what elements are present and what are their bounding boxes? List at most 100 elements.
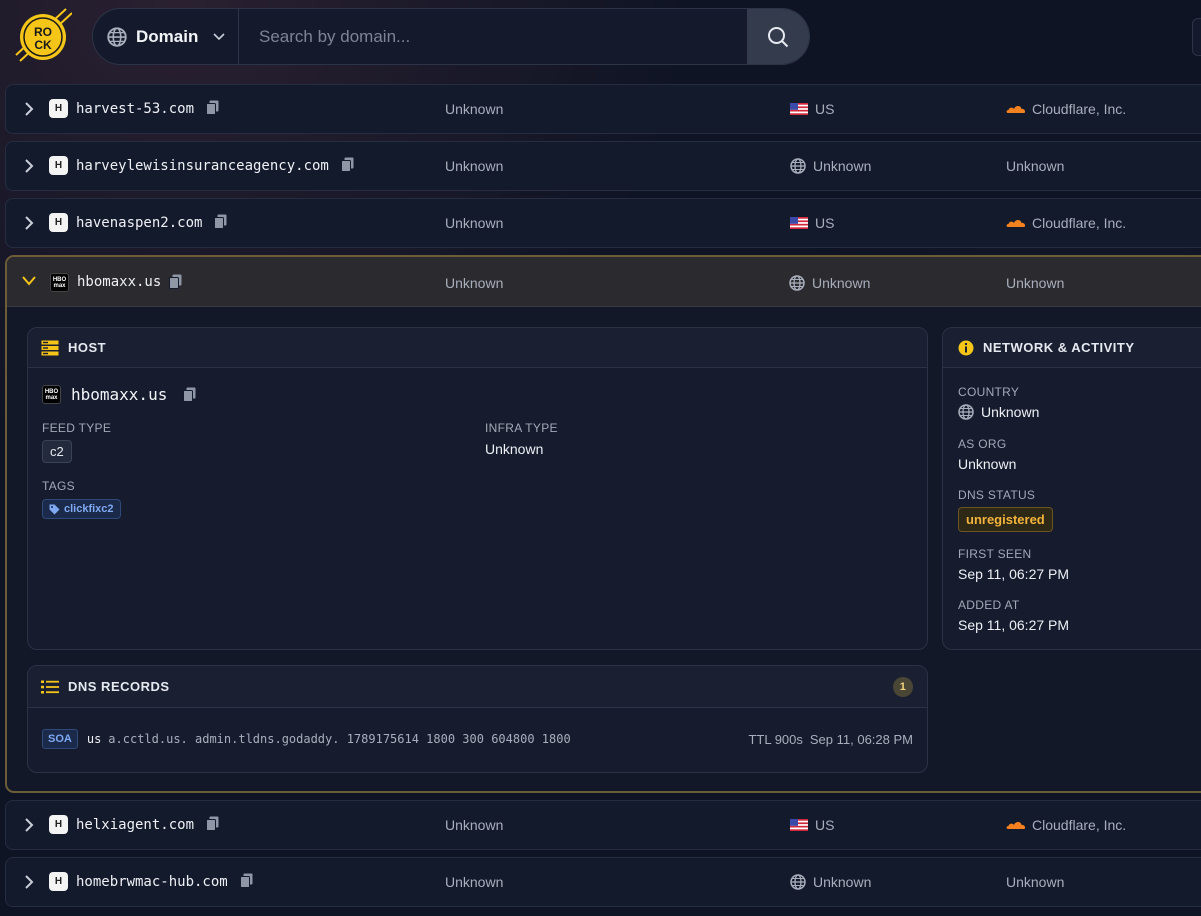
us-flag-icon [790,103,808,115]
favicon-line-2: max [53,282,66,289]
hbo-favicon-icon: HBO max [42,385,61,404]
domain-row[interactable]: Hharveylewisinsuranceagency.com Unknown Un… [5,141,1201,191]
dns-record-row: SOA us a.cctld.us. admin.tldns.godaddy. … [42,729,913,749]
globe-icon [790,874,806,890]
dns-record-type: SOA [42,729,78,749]
row-domain[interactable]: hbomaxx.us [77,274,161,290]
chevron-right-icon[interactable] [23,159,35,173]
list-icon [41,680,59,693]
chevron-right-icon[interactable] [23,818,35,832]
as-org-value: Unknown [958,456,1017,472]
network-activity-card: NETWORK & ACTIVITY COUNTRY Unknown AS OR… [942,327,1201,650]
copy-icon[interactable] [341,157,354,172]
dns-record-time: Sep 11, 06:28 PM [809,731,913,747]
globe-icon [958,404,974,420]
domain-row[interactable]: Hhavenaspen2.com Unknown US Cloudflare, Inc… [5,198,1201,248]
network-card-title: NETWORK & ACTIVITY [983,340,1135,355]
row-domain[interactable]: harvest-53.com [76,101,194,117]
dns-card-title: DNS RECORDS [68,679,170,694]
chevron-down-icon[interactable] [22,276,36,286]
row-domain[interactable]: harveylewisinsuranceagency.com [76,158,329,174]
added-at-label: ADDED AT [958,598,1020,612]
favicon-line-2: max [45,394,58,401]
tag-icon [49,504,60,514]
host-domain-line: HBO max hbomaxx.us [42,385,196,404]
country-value: Unknown [981,404,1040,420]
row-as-org-text: Cloudflare, Inc. [1032,215,1127,231]
search-type-label: Domain [136,26,199,46]
row-country-text: Unknown [812,275,871,291]
row-country-text: US [815,215,835,231]
first-seen-label: FIRST SEEN [958,547,1032,561]
toolbar-button-partial[interactable] [1192,18,1201,56]
expanded-row: HBO max hbomaxx.us Unknown Unknown Unkno… [5,255,1201,793]
copy-icon[interactable] [240,873,253,888]
row-as-org: Cloudflare, Inc. [1006,817,1126,833]
us-flag-icon [790,819,808,831]
cloudflare-icon [1006,218,1026,228]
cloudflare-icon [1006,104,1026,114]
feed-type-chip: c2 [42,440,72,463]
tag-label: clickfixc2 [64,503,114,515]
row-country-text: Unknown [813,158,872,174]
domain-row[interactable]: Hhelxiagent.com Unknown US Cloudflare, Inc. [5,800,1201,850]
row-as-org-text: Unknown [1006,874,1065,890]
dns-record-name: us [86,732,102,746]
infra-type-group: INFRA TYPE Unknown [485,421,558,457]
row-infra-type: Unknown [445,275,504,291]
row-as-org-text: Cloudflare, Inc. [1032,817,1127,833]
chevron-down-icon [213,32,225,40]
domain-row[interactable]: Hharvest-53.com Unknown US Cloudflare, Inc. [5,84,1201,134]
row-domain[interactable]: helxiagent.com [76,817,194,833]
dns-record-value: a.cctld.us. admin.tldns.godaddy. 1789175… [108,732,571,746]
host-card-title: HOST [68,340,107,355]
search-icon [768,26,789,47]
row-infra-type: Unknown [445,817,504,833]
row-as-org: Unknown [1006,158,1064,174]
rock-logo[interactable]: RO CK [14,7,73,65]
chevron-right-icon[interactable] [23,875,35,889]
country-label: COUNTRY [958,385,1020,399]
row-as-org-text: Unknown [1006,158,1065,174]
dns-records-card: DNS RECORDS 1 SOA us a.cctld.us. admin.t… [27,665,928,773]
tag-chip[interactable]: clickfixc2 [42,499,121,519]
copy-icon[interactable] [169,274,182,289]
row-infra-type: Unknown [445,874,504,890]
tags-group: TAGS clickfixc2 [42,479,121,520]
row-country: Unknown [789,275,870,291]
copy-icon[interactable] [214,214,227,229]
cloudflare-icon [1006,820,1026,830]
row-country: US [790,817,834,833]
dns-status-group: DNS STATUS unregistered [958,488,1053,532]
feed-type-group: FEED TYPE c2 [42,421,111,463]
copy-icon[interactable] [206,816,219,831]
info-icon [958,340,974,355]
search-type-select[interactable]: Domain [93,9,239,64]
favicon-icon: H [49,815,68,834]
favicon-icon: H [49,872,68,891]
feed-type-label: FEED TYPE [42,421,112,435]
search-button[interactable] [747,9,809,64]
row-domain[interactable]: havenaspen2.com [76,215,202,231]
copy-icon[interactable] [183,387,196,402]
favicon-icon: H [49,99,68,118]
host-domain[interactable]: hbomaxx.us [71,385,167,404]
infra-type-label: INFRA TYPE [485,421,558,435]
row-as-org: Unknown [1006,874,1064,890]
row-infra-type: Unknown [445,158,504,174]
copy-icon[interactable] [206,100,219,115]
expanded-row-header[interactable]: HBO max hbomaxx.us Unknown Unknown Unkno… [7,257,1201,307]
added-at-value: Sep 11, 06:27 PM [958,617,1070,633]
chevron-right-icon[interactable] [23,102,35,116]
chevron-right-icon[interactable] [23,216,35,230]
logo-text-bottom: CK [34,38,52,52]
server-icon [41,340,59,355]
dns-status-badge: unregistered [958,507,1053,532]
row-domain[interactable]: homebrwmac-hub.com [76,874,228,890]
row-infra-type: Unknown [445,101,504,117]
row-infra-type: Unknown [445,215,504,231]
globe-icon [789,275,805,291]
search-input[interactable] [239,9,747,64]
domain-row[interactable]: Hhomebrwmac-hub.com Unknown Unknown Unknown [5,857,1201,907]
added-at-group: ADDED AT Sep 11, 06:27 PM [958,598,1069,633]
